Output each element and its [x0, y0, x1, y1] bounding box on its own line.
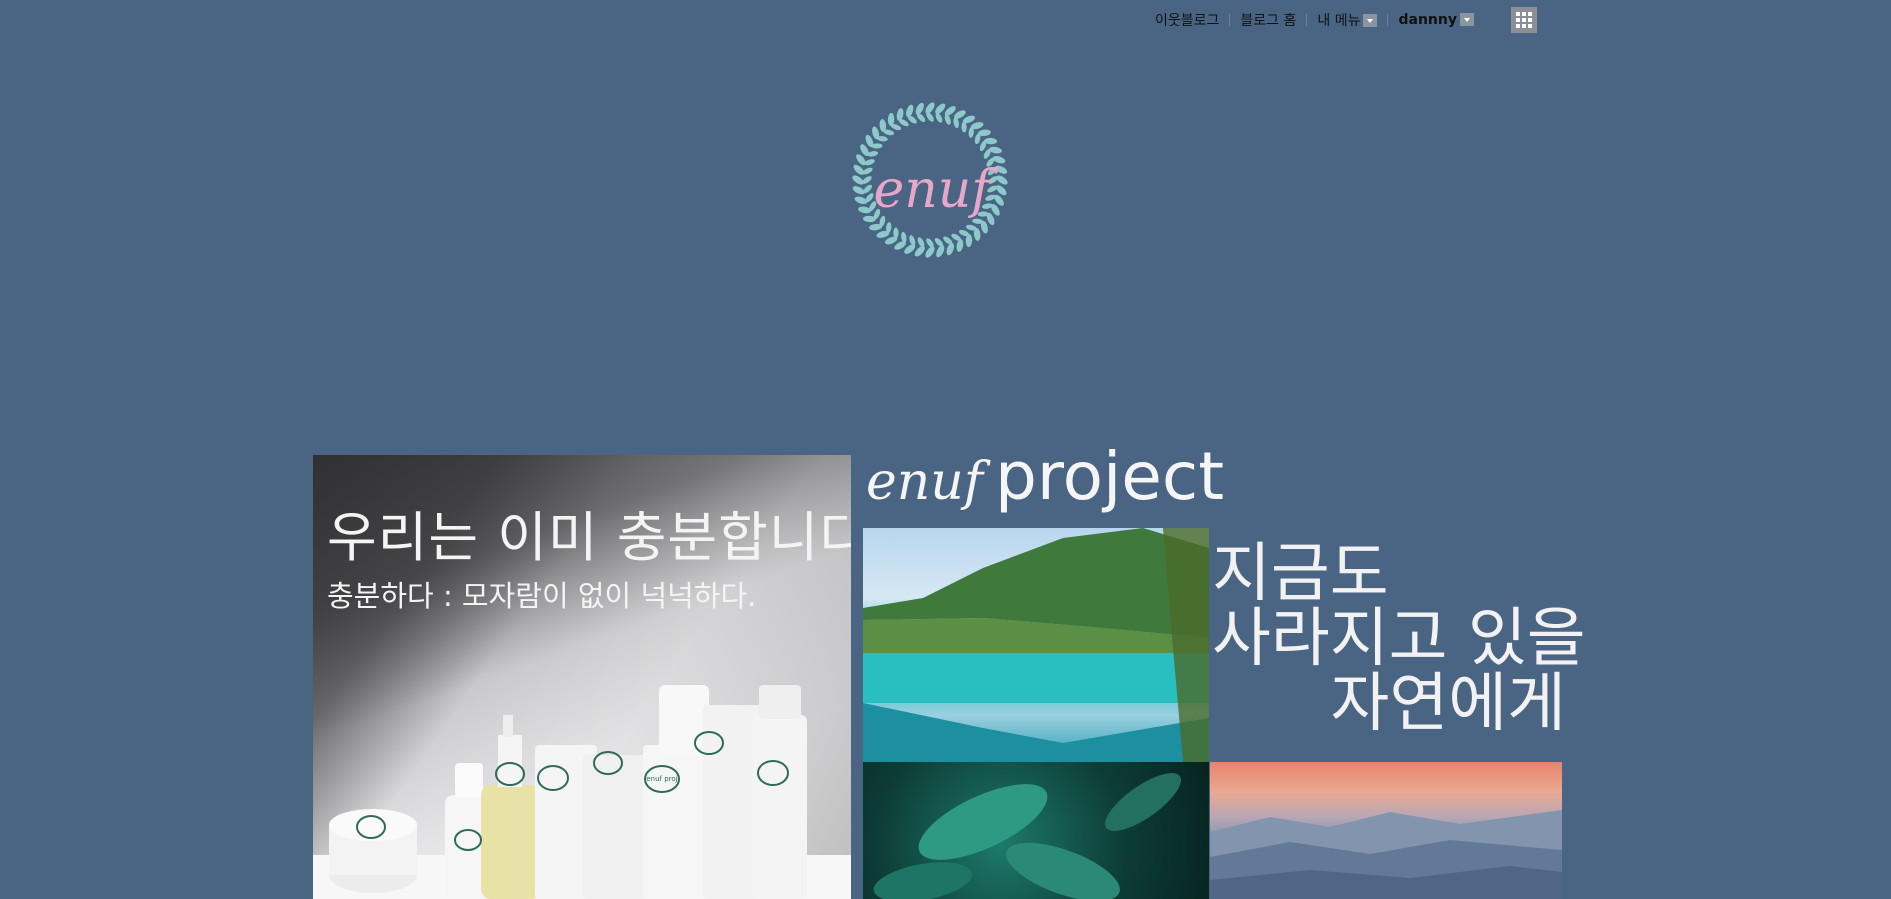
wreath-logo-icon: enuf [852, 102, 1008, 258]
lake-landscape-image [863, 528, 1209, 762]
chevron-down-icon[interactable] [1459, 12, 1474, 26]
my-menu-label: 내 메뉴 [1317, 13, 1361, 29]
wreath-leaf [953, 117, 959, 129]
project-title: enuf project [866, 438, 1224, 515]
wreath-leaf [996, 175, 1008, 185]
wreath-leaf [909, 235, 916, 246]
message-line-1: 지금도 [1212, 537, 1389, 611]
username: dannny [1398, 12, 1457, 28]
blog-home-link[interactable]: 블로그 홈 [1240, 10, 1296, 30]
nav-divider [1387, 14, 1389, 26]
chevron-down-icon[interactable] [1363, 13, 1378, 27]
top-navigation: 이웃블로그 블로그 홈 내 메뉴 dannny [1155, 9, 1474, 31]
wreath-leaf [925, 102, 935, 114]
wreath-leaf [925, 246, 935, 258]
mountains-photo[interactable] [1210, 762, 1562, 899]
hero-banner-left[interactable]: 우리는 이미 충분합니다. 충분하다 : 모자람이 없이 넉넉하다. enuf … [313, 455, 851, 899]
leaves-photo[interactable] [863, 762, 1209, 899]
message-line-2: 사라지고 있을 [1212, 602, 1586, 676]
product-bottles-image: enuf proj [313, 685, 851, 899]
banner-title: 우리는 이미 충분합니다. [327, 506, 851, 569]
my-menu-link[interactable]: 내 메뉴 [1317, 10, 1378, 30]
blog-logo[interactable]: enuf [845, 95, 1015, 265]
wreath-leaf [852, 175, 864, 185]
wreath-leaf [867, 151, 879, 157]
user-menu[interactable]: dannny [1398, 12, 1474, 28]
lake-photo[interactable] [863, 528, 1209, 762]
message-line-3: 자연에게 [1330, 667, 1566, 741]
logo-text: enuf [874, 160, 999, 220]
banner-subtitle: 충분하다 : 모자람이 없이 넉넉하다. [327, 579, 757, 613]
project-word: project [995, 438, 1225, 515]
leaves-image [873, 773, 1181, 899]
wreath-leaf [944, 114, 951, 125]
product-label: enuf proj [646, 775, 677, 783]
nav-divider [1229, 14, 1231, 26]
apps-grid-icon[interactable] [1511, 7, 1537, 33]
mountains-image [1210, 810, 1562, 899]
neighbor-blog-link[interactable]: 이웃블로그 [1155, 10, 1219, 30]
wreath-leaf [901, 231, 907, 243]
nav-divider [1306, 14, 1308, 26]
nature-message: 지금도 사라지고 있을 자연에게 [1212, 542, 1586, 737]
project-brand: enuf [866, 452, 983, 512]
